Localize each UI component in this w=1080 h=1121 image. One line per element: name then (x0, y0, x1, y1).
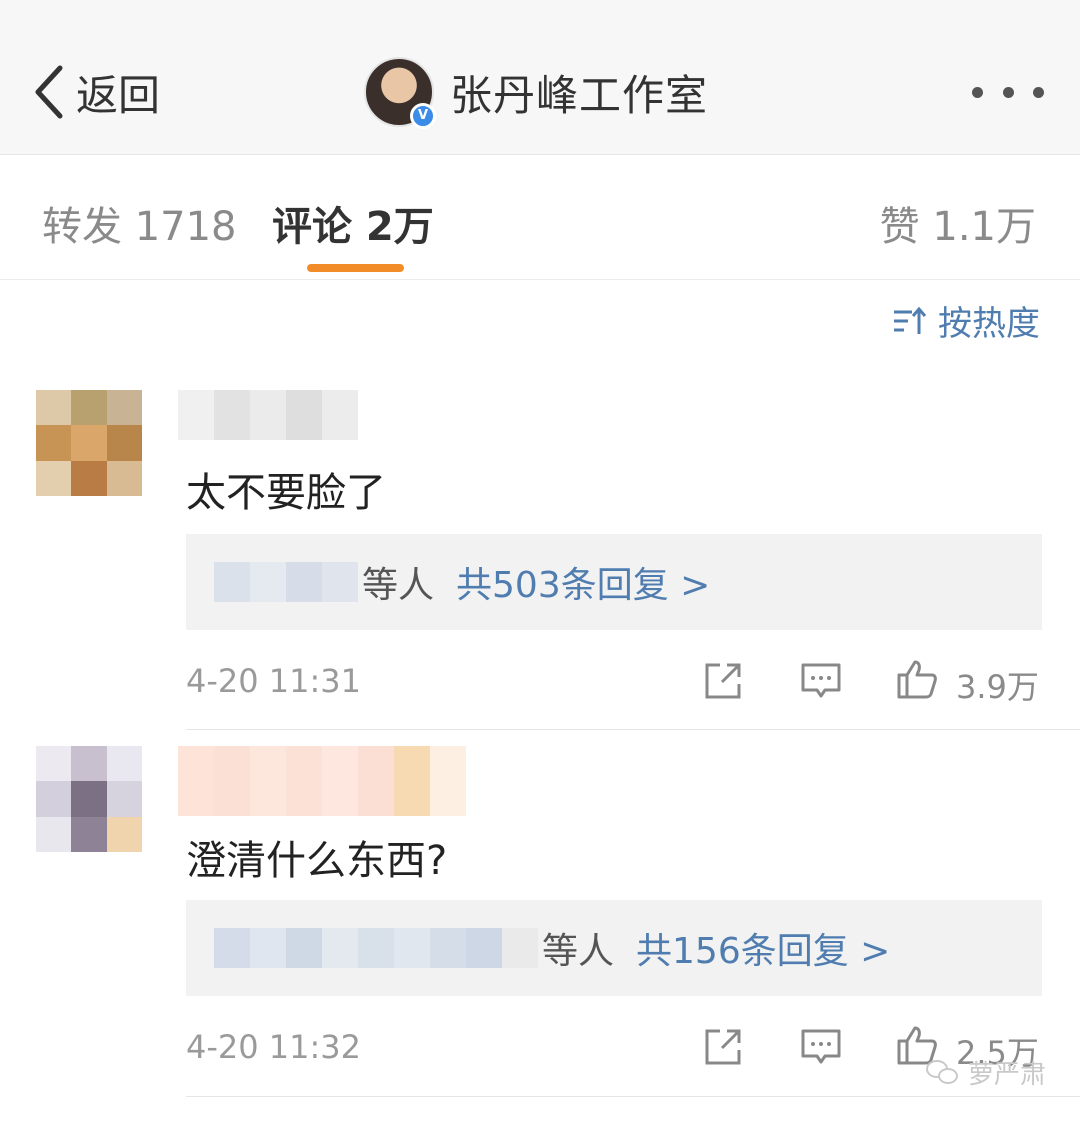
watermark-label: 萝严肃 (967, 1060, 1046, 1090)
reply-suffix: 等人 (542, 931, 615, 972)
share-icon (705, 663, 741, 699)
tab-reposts[interactable]: 转发 1718 (42, 194, 237, 252)
share-button[interactable] (702, 660, 744, 702)
like-count: 3.9万 (956, 668, 1039, 706)
verified-badge-icon: V (410, 103, 436, 129)
more-button[interactable] (972, 82, 1044, 102)
share-icon (705, 1029, 741, 1065)
tab-bar: 转发 1718 评论 2万 赞 1.1万 (0, 156, 1080, 280)
page-title: 张丹峰工作室 (450, 70, 709, 120)
comment-time: 4-20 11:32 (186, 1028, 362, 1066)
comment-text: 太不要脸了 (186, 470, 386, 516)
avatar[interactable] (36, 746, 142, 852)
like-icon (897, 660, 937, 699)
more-icon-dot (972, 86, 983, 98)
chevron-left-icon (35, 65, 63, 119)
comment-button[interactable] (800, 660, 842, 702)
replies-box[interactable]: 等人 共503条回复 > (186, 534, 1042, 630)
username[interactable] (178, 390, 358, 440)
tab-likes[interactable]: 赞 1.1万 (880, 194, 1036, 252)
sort-button[interactable]: 按热度 (892, 296, 1040, 345)
username[interactable] (178, 746, 466, 816)
comment-time: 4-20 11:31 (186, 662, 362, 700)
comment-icon (801, 663, 841, 698)
reply-usernames (214, 562, 358, 602)
sort-label: 按热度 (938, 304, 1040, 344)
back-label: 返回 (76, 70, 161, 120)
divider (186, 729, 1080, 730)
reply-count-link[interactable]: 共156条回复 > (636, 922, 890, 974)
reply-usernames (214, 928, 538, 968)
replies-box[interactable]: 等人 共156条回复 > (186, 900, 1042, 996)
account-title[interactable]: V 张丹峰工作室 (364, 56, 709, 129)
tab-comments[interactable]: 评论 2万 (272, 194, 434, 252)
comment-button[interactable] (800, 1026, 842, 1068)
back-button[interactable]: 返回 (32, 62, 160, 122)
sort-icon (894, 306, 926, 334)
avatar: V (364, 57, 436, 129)
avatar[interactable] (36, 390, 142, 496)
comment-text: 澄清什么东西? (186, 838, 448, 884)
more-icon-dot (1033, 86, 1044, 98)
reply-suffix: 等人 (362, 565, 435, 606)
share-button[interactable] (702, 1026, 744, 1068)
active-tab-indicator (307, 264, 404, 272)
top-bar: 返回 V 张丹峰工作室 (0, 0, 1080, 155)
divider (186, 1096, 1080, 1097)
reply-count-link[interactable]: 共503条回复 > (456, 556, 710, 608)
watermark: 萝严肃 (925, 1054, 1046, 1091)
like-button[interactable] (896, 658, 938, 700)
wechat-icon (925, 1058, 960, 1088)
more-icon-dot (1002, 86, 1014, 98)
comment-icon (801, 1029, 841, 1064)
